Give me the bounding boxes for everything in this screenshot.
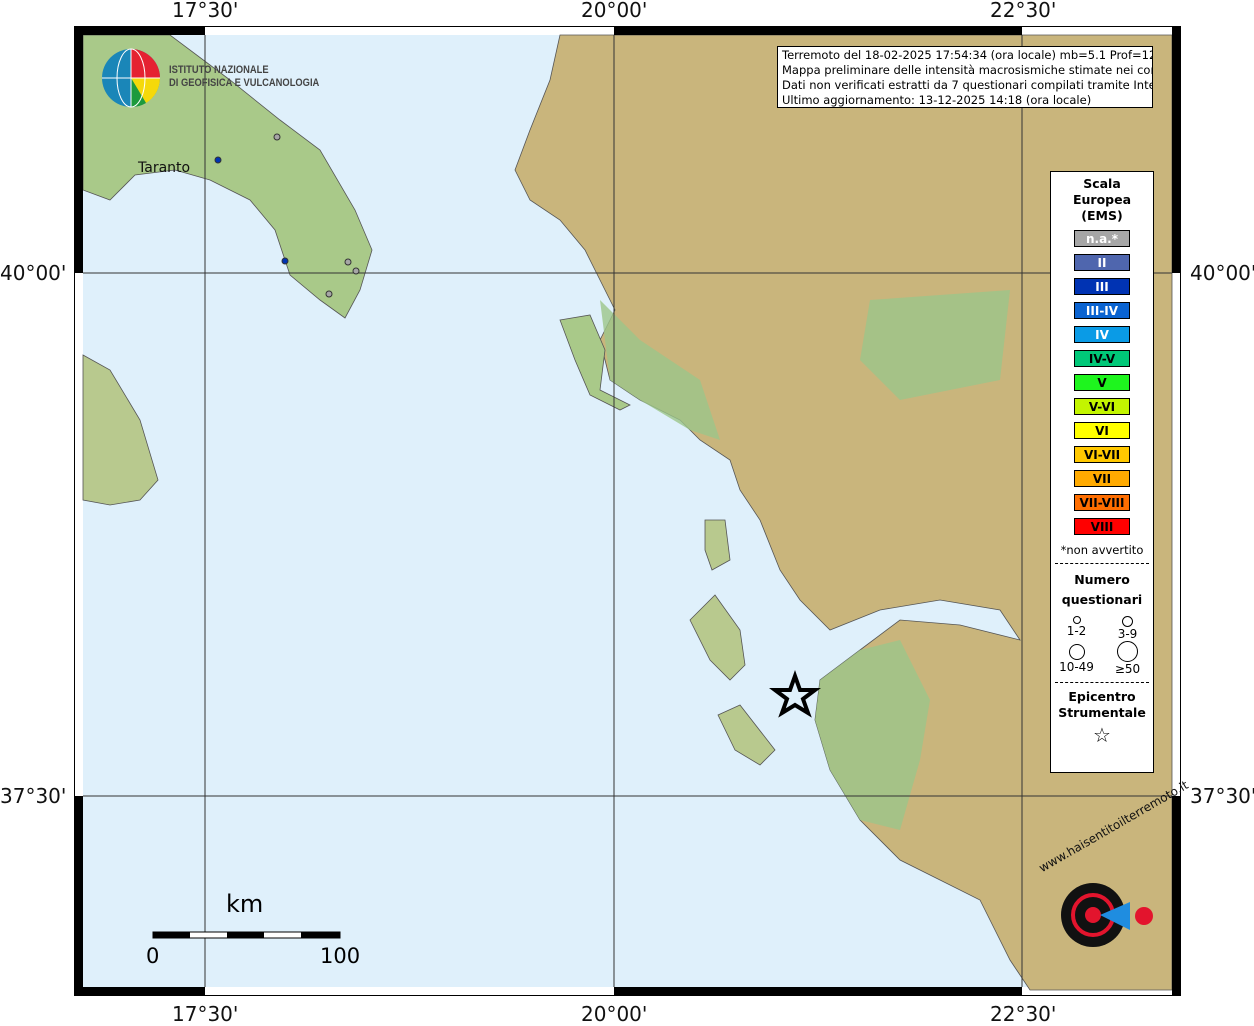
place-label-taranto: Taranto <box>138 160 191 176</box>
ingv-logo-text: ISTITUTO NAZIONALE DI GEOFISICA E VULCAN… <box>169 64 319 90</box>
legend-swatch-n-a-: n.a.* <box>1074 230 1130 247</box>
lon-label-bottom: 22°30' <box>990 1002 1057 1026</box>
legend-swatch-ii: II <box>1074 254 1130 271</box>
star-icon: ☆ <box>1093 723 1111 747</box>
legend-swatch-vii: VII <box>1074 470 1130 487</box>
size-label: 3-9 <box>1117 627 1138 641</box>
map-description: Mappa preliminare delle intensità macros… <box>782 63 1153 77</box>
lat-label-left: 37°30' <box>0 784 67 808</box>
legend-swatch-iv: IV <box>1074 326 1130 343</box>
questionnaire-title: Numero <box>1074 572 1130 587</box>
legend-title: Scala <box>1083 176 1121 191</box>
size-label: ≥50 <box>1114 662 1141 676</box>
lon-label-bottom: 17°30' <box>172 1002 239 1026</box>
lat-label-right: 40°00' <box>1190 261 1254 285</box>
legend-title: (EMS) <box>1081 208 1123 223</box>
point-na[interactable] <box>352 267 360 275</box>
legend-swatch-iv-v: IV-V <box>1074 350 1130 367</box>
data-source-note: Dati non verificati estratti da 7 questi… <box>782 78 1153 92</box>
scale-max: 100 <box>320 944 361 968</box>
legend-swatch-vi: VI <box>1074 422 1130 439</box>
circle-xlarge-icon <box>1117 641 1138 662</box>
lon-label-bottom: 20°00' <box>581 1002 648 1026</box>
scale-bar <box>152 931 341 939</box>
size-label: 10-49 <box>1059 660 1094 674</box>
scale-unit: km <box>226 890 264 918</box>
point-na[interactable] <box>273 133 281 141</box>
legend-swatch-viii: VIII <box>1074 518 1130 535</box>
legend-swatch-v-vi: V-VI <box>1074 398 1130 415</box>
lon-label-top: 22°30' <box>990 0 1057 22</box>
lat-label-left: 40°00' <box>0 261 67 285</box>
point-iii[interactable] <box>214 156 222 164</box>
lon-label-top: 17°30' <box>172 0 239 22</box>
event-title: Terremoto del 18-02-2025 17:54:34 (ora l… <box>782 48 1153 62</box>
divider <box>1055 563 1149 564</box>
point-na[interactable] <box>344 258 352 266</box>
circle-large-icon <box>1068 644 1085 660</box>
last-update: Ultimo aggiornamento: 13-12-2025 14:18 (… <box>782 93 1092 107</box>
legend-note: *non avvertito <box>1060 543 1144 557</box>
epicenter-title: Epicentro <box>1068 689 1136 704</box>
epicenter-title: Strumentale <box>1058 705 1146 720</box>
divider <box>1055 682 1149 683</box>
circle-medium-icon <box>1122 616 1133 627</box>
legend-swatch-iii: III <box>1074 278 1130 295</box>
legend-swatch-vii-viii: VII-VIII <box>1074 494 1130 511</box>
legend-swatch-v: V <box>1074 374 1130 391</box>
questionnaire-title: questionari <box>1061 592 1143 607</box>
ingv-logo-globe-icon <box>102 48 161 108</box>
legend-swatch-iii-iv: III-IV <box>1074 302 1130 319</box>
scale-min: 0 <box>146 944 160 968</box>
intensity-legend: Scala Europea (EMS) n.a.* II III III-IV IV IV… <box>1050 171 1154 773</box>
point-iii[interactable] <box>281 257 289 265</box>
size-label: 1-2 <box>1066 624 1087 638</box>
point-na[interactable] <box>325 290 333 298</box>
lat-label-right: 37°30' <box>1190 784 1254 808</box>
logo-line: ISTITUTO NAZIONALE <box>169 64 269 76</box>
circle-small-icon <box>1072 616 1081 624</box>
questionnaire-size-legend: 1-2 3-9 10-49 ≥50 <box>1051 616 1153 676</box>
legend-swatch-vi-vii: VI-VII <box>1074 446 1130 463</box>
lon-label-top: 20°00' <box>581 0 648 22</box>
legend-title: Europea <box>1072 192 1132 207</box>
logo-line: DI GEOFISICA E VULCANOLOGIA <box>169 77 320 89</box>
event-info-box: Terremoto del 18-02-2025 17:54:34 (ora l… <box>777 46 1153 108</box>
